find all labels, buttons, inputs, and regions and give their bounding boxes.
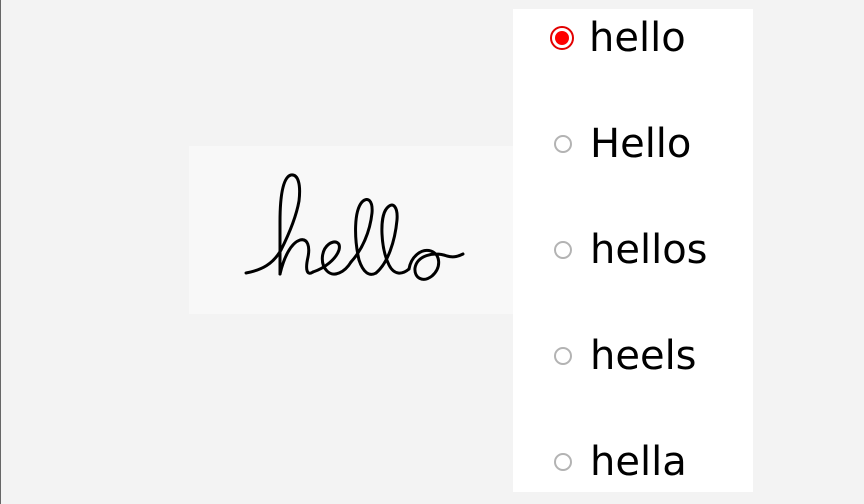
- handwriting-ink-panel[interactable]: [189, 146, 514, 314]
- suggestion-item-hellos[interactable]: hellos: [513, 215, 753, 285]
- suggestion-list: hello Hello hellos heels hella: [513, 9, 753, 492]
- suggestion-label: hella: [590, 439, 687, 485]
- suggestion-item-hello[interactable]: hello: [513, 3, 753, 73]
- suggestion-label: hello: [589, 15, 686, 61]
- suggestion-label: hellos: [590, 227, 708, 273]
- unselected-radio-icon[interactable]: [554, 241, 572, 259]
- handwriting-recognition-screen: hello Hello hellos heels hella: [0, 0, 864, 504]
- unselected-radio-icon[interactable]: [554, 135, 572, 153]
- suggestion-item-hella[interactable]: hella: [513, 427, 753, 497]
- suggestion-label: heels: [590, 333, 697, 379]
- handwriting-hello-ink: [244, 173, 465, 281]
- unselected-radio-icon[interactable]: [554, 453, 572, 471]
- suggestion-item-hello-capitalized[interactable]: Hello: [513, 109, 753, 179]
- unselected-radio-icon[interactable]: [554, 347, 572, 365]
- selected-radio-icon[interactable]: [550, 26, 574, 50]
- suggestion-label: Hello: [590, 121, 692, 167]
- suggestion-item-heels[interactable]: heels: [513, 321, 753, 391]
